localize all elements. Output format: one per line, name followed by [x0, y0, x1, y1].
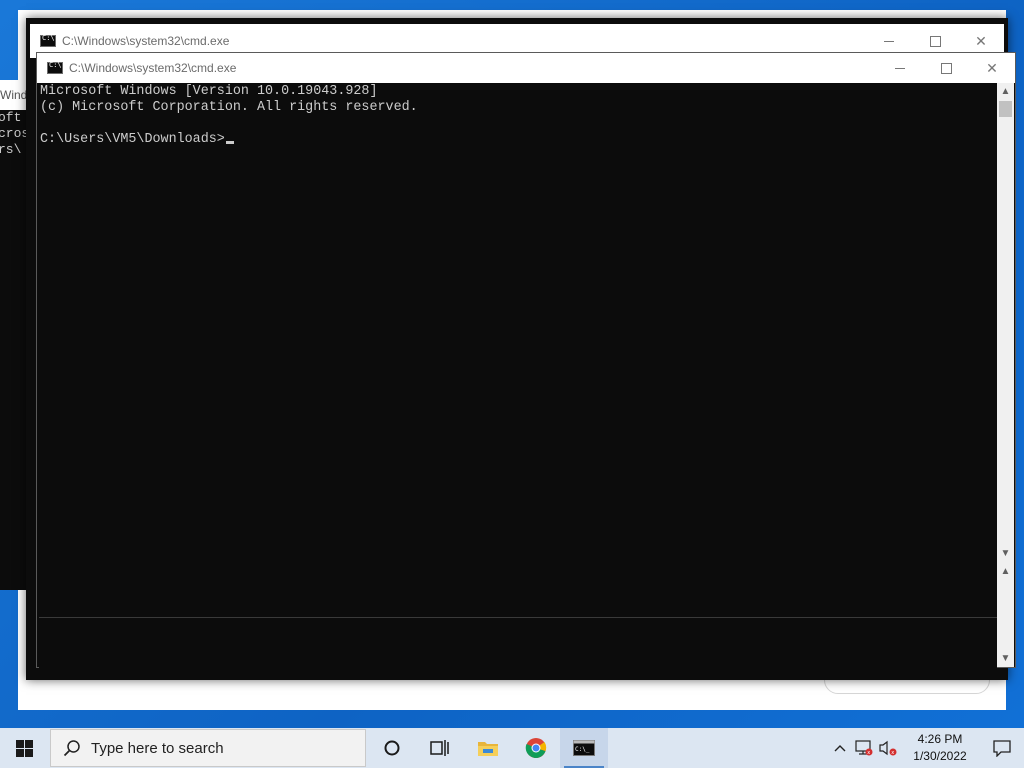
scroll-up-arrow-icon[interactable]: ▲	[997, 83, 1014, 100]
svg-text:x: x	[867, 750, 870, 756]
cortana-icon[interactable]	[368, 728, 416, 768]
scroll-down-arrow-icon[interactable]: ▼	[997, 545, 1014, 562]
text-cursor	[225, 141, 234, 144]
maximize-button[interactable]	[923, 53, 969, 83]
task-view-icon[interactable]	[416, 728, 464, 768]
front-cmd-title: C:\Windows\system32\cmd.exe	[69, 61, 237, 75]
scroll-up-arrow-icon[interactable]: ▲	[997, 563, 1014, 580]
taskbar-search-box[interactable]: Type here to search	[50, 729, 366, 767]
cmd-icon[interactable]: C:\_	[560, 728, 608, 768]
scrollbar-thumb[interactable]	[999, 101, 1012, 117]
file-explorer-icon[interactable]	[464, 728, 512, 768]
front-cmd-window[interactable]: C:\Windows\system32\cmd.exe ✕ Microsoft …	[36, 52, 1016, 668]
search-icon	[63, 739, 81, 757]
svg-text:C:\_: C:\_	[575, 746, 590, 753]
svg-text:x: x	[891, 750, 894, 756]
cmd-app-icon	[47, 61, 63, 74]
volume-muted-icon[interactable]: x	[876, 728, 900, 768]
windows-logo-icon	[15, 739, 33, 757]
cmd-app-icon	[40, 34, 56, 47]
system-tray: x x 4:26 PM 1/30/2022	[828, 728, 1024, 768]
taskbar: Type here to search C:\_ x x 4:26 PM 1/3…	[0, 728, 1024, 768]
search-placeholder: Type here to search	[91, 739, 224, 757]
vertical-scrollbar[interactable]: ▲ ▼ ▲ ▼	[997, 83, 1014, 667]
notification-icon[interactable]	[980, 728, 1024, 768]
minimize-button[interactable]	[877, 53, 923, 83]
console-prompt: C:\Users\VM5\Downloads>	[40, 132, 225, 147]
clock-time: 4:26 PM	[917, 732, 963, 746]
back-cmd-title: C:\Windows\system32\cmd.exe	[62, 34, 230, 48]
console-line: Microsoft Windows [Version 10.0.19043.92…	[40, 84, 378, 99]
console-split-pane	[39, 617, 997, 668]
clock[interactable]: 4:26 PM 1/30/2022	[904, 731, 976, 765]
close-button[interactable]: ✕	[969, 53, 1015, 83]
scroll-down-arrow-icon[interactable]: ▼	[997, 650, 1014, 667]
clock-date: 1/30/2022	[913, 749, 967, 763]
console-line: (c) Microsoft Corporation. All rights re…	[40, 100, 418, 115]
console-output[interactable]: Microsoft Windows [Version 10.0.19043.92…	[39, 83, 997, 615]
front-cmd-titlebar[interactable]: C:\Windows\system32\cmd.exe ✕	[37, 53, 1015, 83]
start-button[interactable]	[0, 728, 48, 768]
console-prompt-line[interactable]: C:\Users\VM5\Downloads>	[40, 132, 997, 148]
chevron-up-icon[interactable]	[828, 728, 852, 768]
network-icon[interactable]: x	[852, 728, 876, 768]
chrome-icon[interactable]	[512, 728, 560, 768]
